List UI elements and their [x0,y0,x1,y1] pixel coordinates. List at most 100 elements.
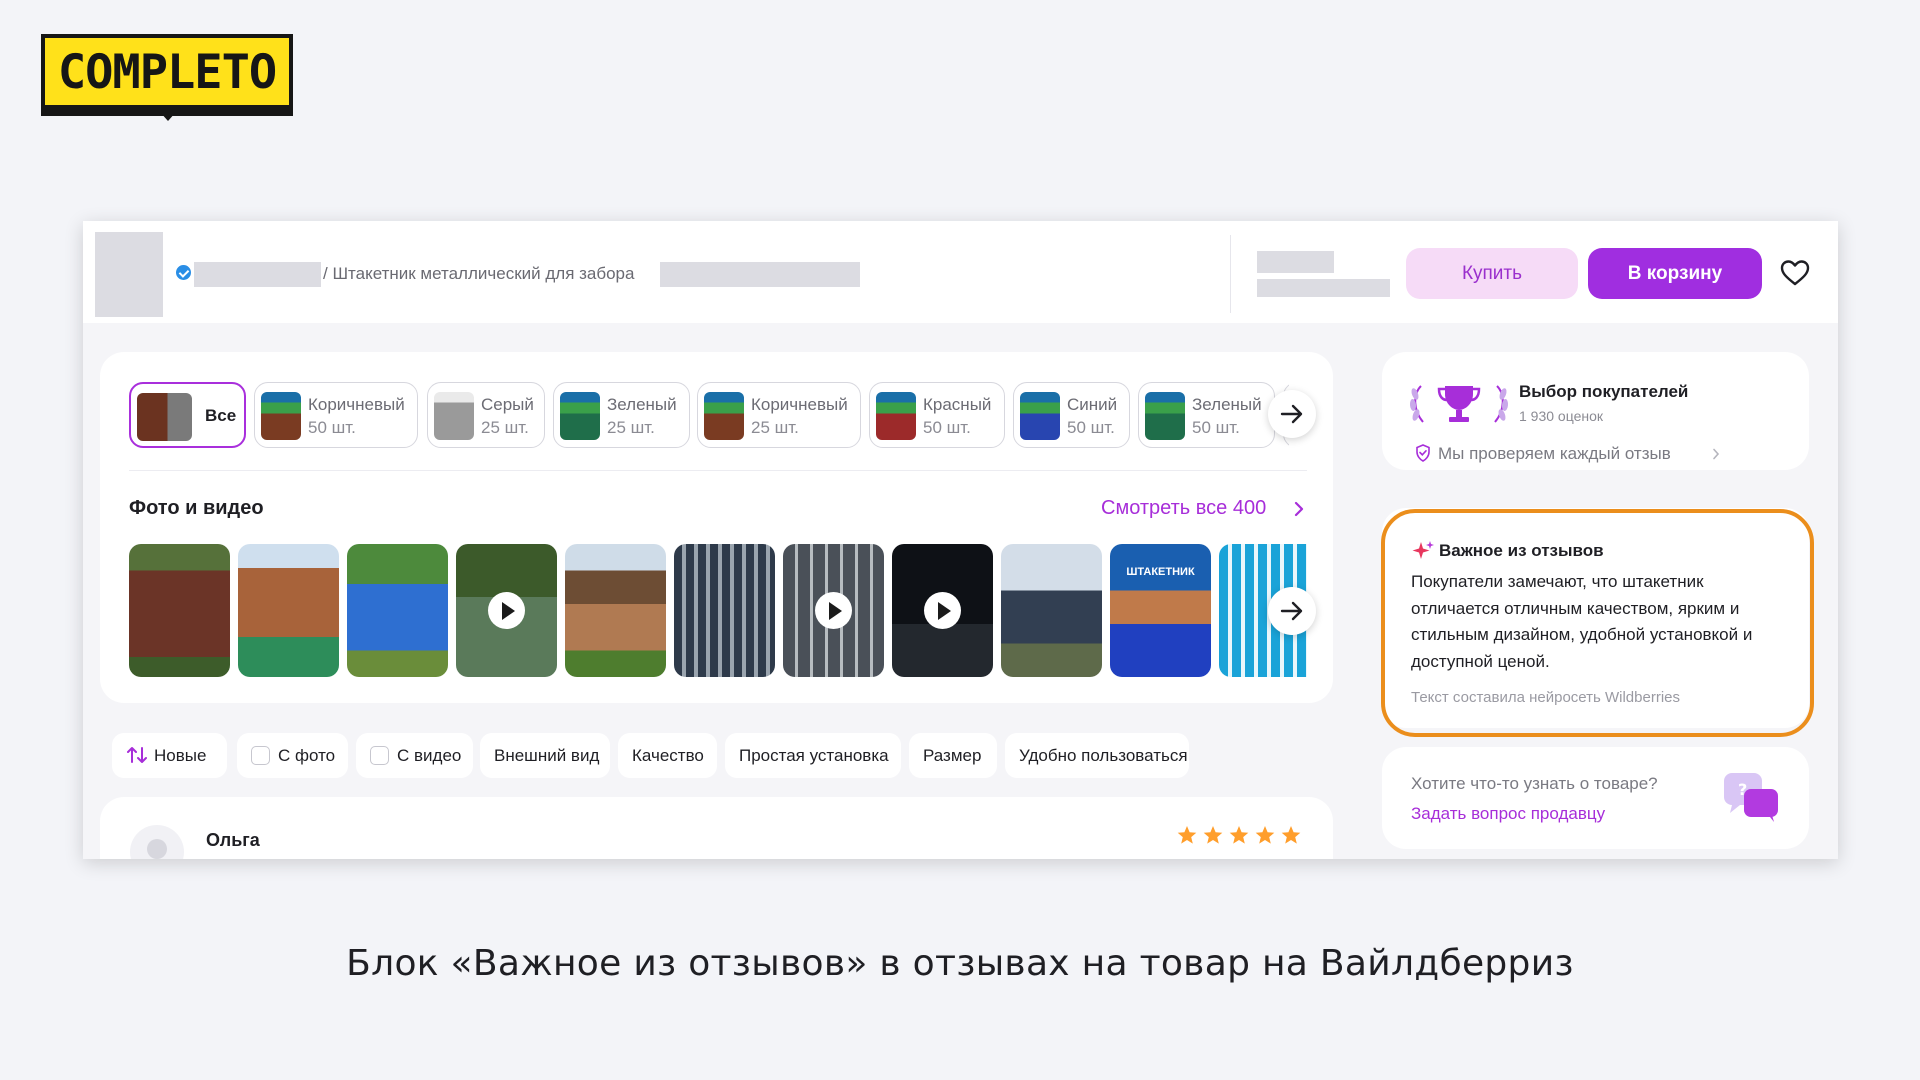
hidden-old-price-placeholder [1257,279,1390,297]
review-photo[interactable] [347,544,448,677]
filter-tag[interactable]: Качество [618,733,717,778]
logo-tail [160,112,176,121]
sort-button[interactable]: Новые [112,733,227,778]
arrow-right-icon [1280,601,1303,621]
variant-label: Коричневый [308,395,405,414]
checkbox[interactable] [251,746,270,765]
ai-footnote: Текст составила нейросеть Wildberries [1411,689,1680,706]
variant-chip[interactable]: Синий 50 шт. [1013,382,1130,448]
variant-label: Зеленый [1192,395,1262,414]
variant-chip[interactable]: Коричневый 25 шт. [697,382,861,448]
variant-chips: Все Коричневый 50 шт. Серый 25 шт. Зелен… [129,382,1289,448]
variants-next-button[interactable] [1268,390,1316,438]
slide-caption: Блок «Важное из отзывов» в отзывах на то… [346,943,1574,984]
play-icon [488,592,525,629]
hidden-price-placeholder [1257,251,1334,273]
filter-tag[interactable]: Внешний вид [480,733,610,778]
filter-tag[interactable]: Размер [909,733,997,778]
review-video[interactable] [892,544,993,677]
svg-text:?: ? [1738,780,1747,799]
ask-seller-link[interactable]: Задать вопрос продавцу [1411,804,1605,824]
screenshot-frame: / Штакетник металлический для забора Куп… [83,221,1838,859]
play-icon [815,592,852,629]
review-video[interactable] [456,544,557,677]
filter-with-video[interactable]: С видео [356,733,473,778]
filter-tag[interactable]: Удобно пользоваться [1005,733,1189,778]
filter-label: С видео [397,746,462,765]
filter-with-photo[interactable]: С фото [237,733,348,778]
avatar [130,825,184,859]
checkbox[interactable] [370,746,389,765]
buyers-choice-card: Выбор покупателей 1 930 оценок Мы провер… [1382,352,1809,470]
variant-chip[interactable]: Красный 50 шт. [869,382,1005,448]
buyers-choice-title: Выбор покупателей [1519,382,1689,401]
variant-label: Красный [923,395,992,414]
variant-image [876,392,916,440]
variant-chip[interactable]: Серый 25 шт. [427,382,545,448]
variant-image [137,393,192,441]
variant-image [261,392,301,440]
review-photo[interactable] [674,544,775,677]
reviews-media-card: Все Коричневый 50 шт. Серый 25 шт. Зелен… [100,352,1333,703]
photos-section-title: Фото и видео [129,497,264,519]
arrow-right-icon [1280,404,1303,424]
variant-chip[interactable]: Зеленый 25 шт. [553,382,690,448]
photos-next-button[interactable] [1268,587,1316,635]
stars-icon [1177,826,1301,844]
review-photo[interactable]: ШТАКЕТНИК [1110,544,1211,677]
hidden-brand-placeholder [194,262,321,287]
review-check-link[interactable]: Мы проверяем каждый отзыв [1438,444,1671,464]
variant-count: 25 шт. [607,418,655,437]
product-topbar: / Штакетник металлический для забора Куп… [83,221,1838,323]
variant-count: 50 шт. [1067,418,1115,437]
review-author: Ольга [206,830,260,850]
variant-image [1020,392,1060,440]
buy-button[interactable]: Купить [1406,248,1578,299]
ask-seller-card: Хотите что-то узнать о товаре? Задать во… [1382,747,1809,849]
heart-icon[interactable] [1780,259,1810,287]
variant-label: Синий [1067,395,1118,414]
divider [1230,235,1231,313]
variant-image [434,392,474,440]
chevron-right-icon [1294,501,1304,517]
product-thumbnail[interactable] [95,232,163,317]
variant-count: 50 шт. [923,418,971,437]
variant-count: 25 шт. [481,418,529,437]
important-summary: Покупатели замечают, что штакетник отлич… [1411,572,1753,671]
variant-image [704,392,744,440]
variant-image [560,392,600,440]
ratings-count: 1 930 оценок [1519,408,1603,424]
filter-tag[interactable]: Простая установка [725,733,901,778]
variant-chip[interactable]: Зеленый 50 шт. [1138,382,1275,448]
add-to-cart-button[interactable]: В корзину [1588,248,1762,299]
variant-image [1145,392,1185,440]
review-video[interactable] [783,544,884,677]
review-photo[interactable] [238,544,339,677]
verified-icon [176,265,191,280]
variant-chip[interactable]: Коричневый 50 шт. [254,382,418,448]
review-card: Ольга [100,797,1333,859]
variant-count: 50 шт. [308,418,356,437]
chat-bubbles-icon: ? [1724,773,1778,822]
see-all-photos-link[interactable]: Смотреть все 400 [1101,497,1266,520]
logo-text: COMPLETO [57,45,277,100]
product-breadcrumb[interactable]: / Штакетник металлический для забора [323,263,634,285]
variant-label: Серый [481,395,534,414]
variant-count: 25 шт. [751,418,799,437]
star-rating [1176,824,1306,848]
important-title: Важное из отзывов [1439,541,1604,560]
review-filters: Новые С фото С видео Внешний вид Качеств… [112,733,1312,778]
variant-count: 50 шт. [1192,418,1240,437]
sparkle-icon [1412,541,1434,559]
sort-label: Новые [154,746,207,765]
chevron-right-icon [1713,448,1720,460]
sort-icon [127,747,147,763]
photo-banner-text: ШТАКЕТНИК [1126,566,1195,578]
review-photo[interactable] [1001,544,1102,677]
review-photo[interactable] [129,544,230,677]
review-photo[interactable] [565,544,666,677]
filter-label: С фото [278,746,336,765]
variant-chip-all[interactable]: Все [129,382,246,448]
variant-label: Все [205,406,237,425]
hidden-name-placeholder [660,262,860,287]
